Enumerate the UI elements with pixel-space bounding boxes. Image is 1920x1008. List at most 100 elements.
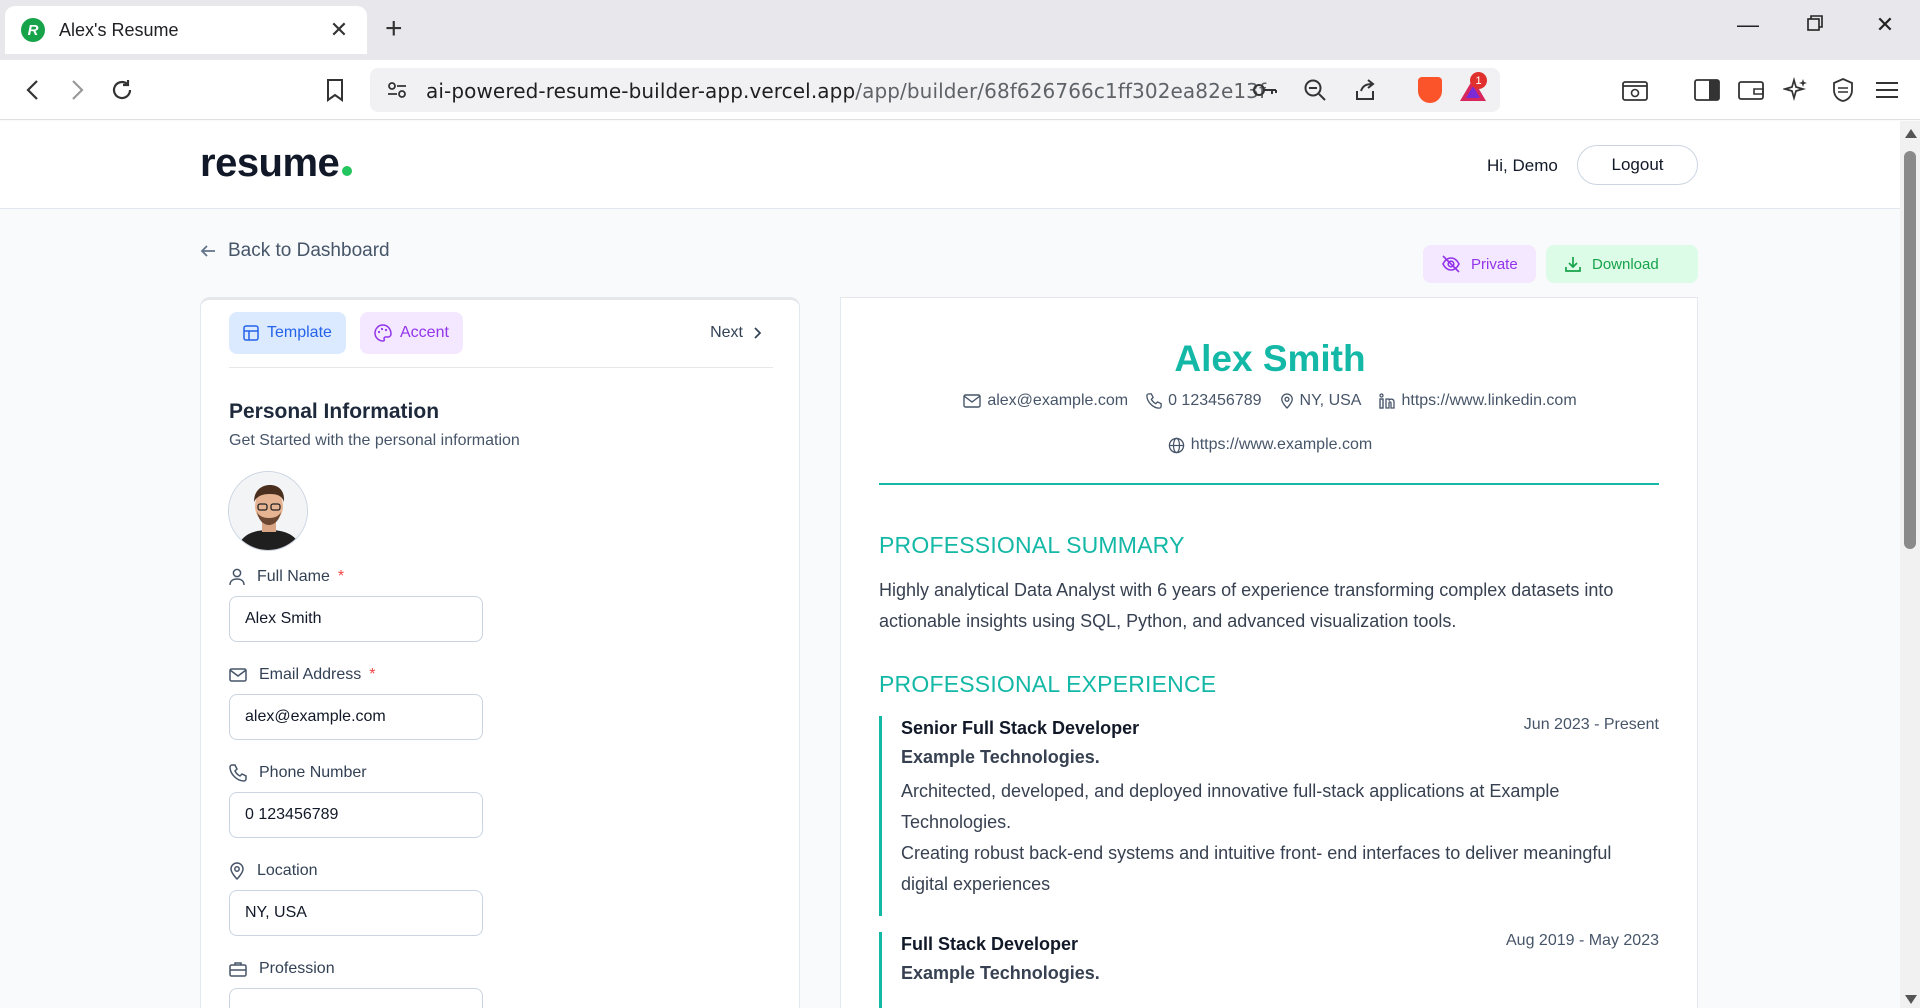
job-dates: Jun 2023 - Present [1523,716,1659,733]
briefcase-icon [229,962,247,977]
arrow-left-icon [200,245,215,257]
mail-icon [229,668,247,682]
job-dates: Aug 2019 - May 2023 [1506,932,1659,949]
vpn-shield-icon[interactable] [1828,75,1858,105]
full-name-label-text: Full Name [257,568,330,585]
logo-text: resume [200,141,340,185]
scrollbar-thumb[interactable] [1904,151,1916,549]
next-button[interactable]: Next [710,312,763,354]
resume-linkedin-text: https://www.linkedin.com [1401,392,1577,409]
profession-label-text: Profession [259,960,335,977]
resume-phone: 0 123456789 [1146,392,1262,410]
phone-input[interactable]: 0 123456789 [229,792,483,838]
scroll-down-icon[interactable] [1905,995,1917,1004]
required-marker: * [337,568,345,585]
minimize-icon[interactable]: — [1733,12,1763,38]
experience-item: Senior Full Stack Developer Jun 2023 - P… [879,716,1659,916]
full-name-label: Full Name * [229,568,344,586]
leo-ai-icon[interactable] [1781,75,1811,105]
full-name-input[interactable]: Alex Smith [229,596,483,642]
profession-input[interactable] [229,988,483,1008]
browser-toolbar: ai-powered-resume-builder-app.vercel.app… [0,60,1920,120]
download-button[interactable]: Download [1546,245,1698,283]
site-settings-icon[interactable] [382,75,412,105]
phone-icon [229,764,247,782]
resume-logo[interactable]: resume [200,141,353,186]
globe-icon [1168,437,1185,453]
rewards-count-badge: 1 [1470,72,1487,89]
job-description-line: Creating robust back-end systems and int… [901,843,1612,894]
summary-text: Highly analytical Data Analyst with 6 ye… [879,580,1614,631]
scroll-up-icon[interactable] [1905,129,1917,138]
private-toggle-button[interactable]: Private [1423,245,1536,283]
share-icon[interactable] [1350,75,1380,105]
address-bar[interactable]: ai-powered-resume-builder-app.vercel.app… [370,68,1500,112]
job-description-line: Architected, developed, and deployed inn… [901,781,1560,832]
app-header: resume Hi, Demo Logout [0,121,1900,209]
accent-tab[interactable]: Accent [360,312,463,354]
brave-shields-icon[interactable] [1418,77,1442,103]
eye-off-icon [1442,255,1460,273]
download-icon [1565,257,1581,272]
email-input[interactable]: alex@example.com [229,694,483,740]
chevron-right-icon [754,327,762,339]
accent-tab-label: Accent [400,324,449,341]
url-host: ai-powered-resume-builder-app.vercel.app [426,79,856,103]
resume-location-text: NY, USA [1299,392,1362,409]
site-favicon-icon: R [21,18,45,42]
reload-icon[interactable] [107,75,137,105]
template-tab-label: Template [267,324,332,341]
phone-icon [1146,393,1162,409]
back-icon[interactable] [18,75,48,105]
new-tab-icon[interactable]: + [385,14,403,44]
resume-contacts-row-2: https://www.example.com [841,436,1699,454]
phone-label-text: Phone Number [259,764,367,781]
template-tab[interactable]: Template [229,312,346,354]
url-text: ai-powered-resume-builder-app.vercel.app… [426,79,1266,103]
header-divider [879,483,1659,485]
browser-tab[interactable]: R Alex's Resume ✕ [5,6,367,54]
profile-photo[interactable] [228,471,308,551]
resume-website[interactable]: https://www.example.com [1168,436,1372,454]
browser-tab-bar: R Alex's Resume ✕ + — ✕ [0,0,1920,60]
experience-item: Full Stack Developer Aug 2019 - May 2023… [879,932,1659,1008]
location-label: Location [229,862,318,880]
page-scrollbar[interactable] [1900,121,1920,1008]
layout-icon [243,325,259,341]
bookmark-icon[interactable] [320,75,350,105]
tab-close-icon[interactable]: ✕ [327,17,351,43]
email-label: Email Address * [229,666,376,684]
resume-location: NY, USA [1280,392,1362,410]
section-subtitle: Get Started with the personal informatio… [229,432,520,449]
location-label-text: Location [257,862,318,879]
restore-icon[interactable] [1800,12,1830,38]
logo-dot-icon [342,166,353,176]
sidebar-icon[interactable] [1692,75,1722,105]
reader-mode-icon[interactable] [1620,75,1650,105]
profile-photo-image [229,472,307,550]
resume-linkedin[interactable]: https://www.linkedin.com [1379,392,1577,410]
menu-icon[interactable] [1872,75,1902,105]
back-to-dashboard-link[interactable]: Back to Dashboard [200,240,390,262]
resume-preview: Alex Smith alex@example.com 0 123456789 … [840,297,1698,1008]
logout-button[interactable]: Logout [1577,145,1698,185]
experience-heading: PROFESSIONAL EXPERIENCE [879,671,1217,697]
map-pin-icon [1280,393,1293,409]
resume-name: Alex Smith [1174,338,1366,379]
private-label: Private [1471,255,1518,273]
resume-phone-text: 0 123456789 [1168,392,1262,409]
map-pin-icon [230,862,244,880]
close-window-icon[interactable]: ✕ [1870,12,1900,38]
job-company: Example Technologies. [901,963,1100,983]
job-company: Example Technologies. [901,747,1100,767]
location-input[interactable]: NY, USA [229,890,483,936]
zoom-out-icon[interactable] [1300,75,1330,105]
editor-panel: Template Accent Next Personal Informatio… [200,297,800,1008]
resume-website-text: https://www.example.com [1190,436,1373,453]
forward-icon[interactable] [62,75,92,105]
page-content: resume Hi, Demo Logout Back to Dashboard… [0,121,1900,1008]
password-key-icon[interactable] [1250,75,1280,105]
download-label: Download [1592,255,1659,273]
wallet-icon[interactable] [1736,75,1766,105]
resume-email-text: alex@example.com [987,392,1129,409]
